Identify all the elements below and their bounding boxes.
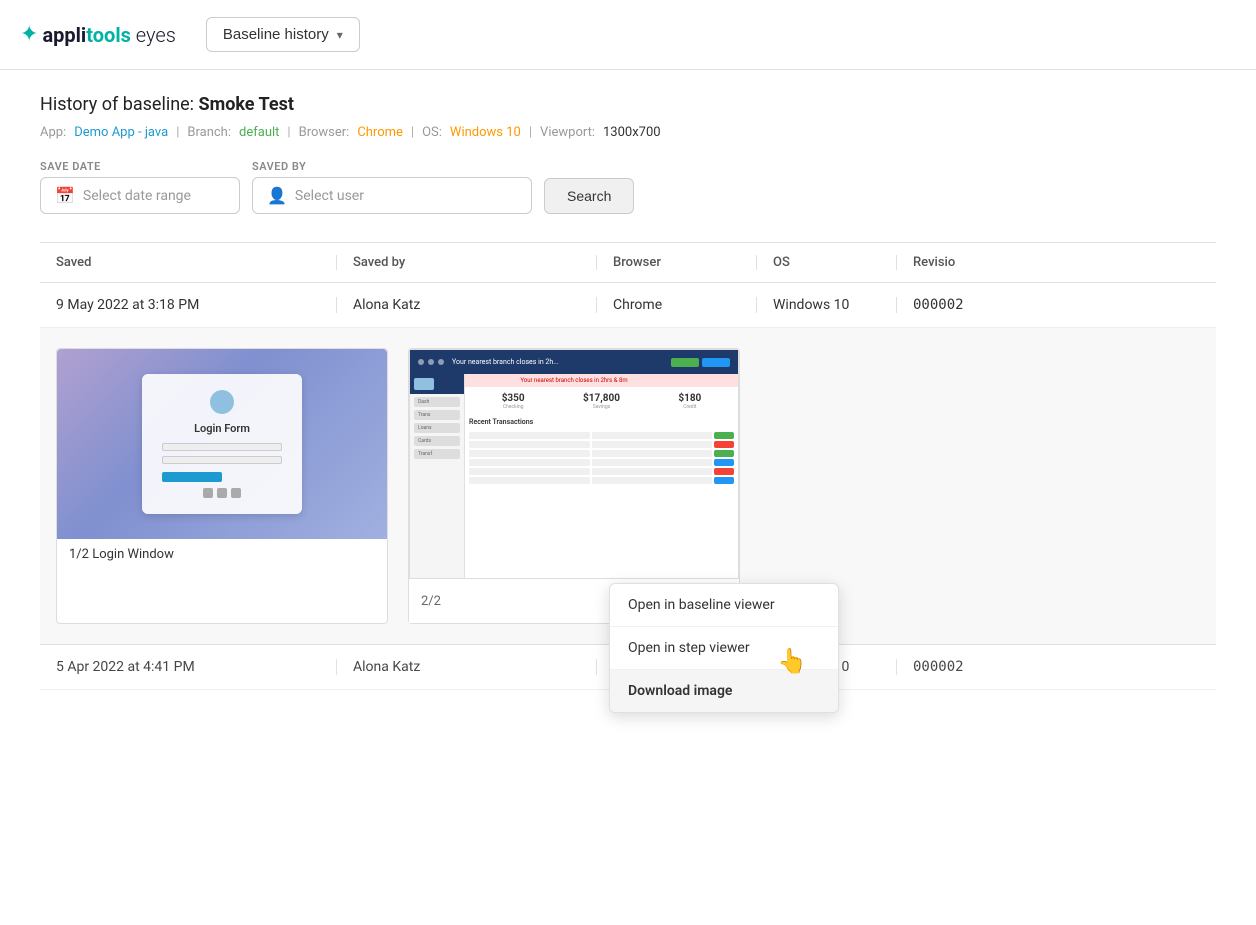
thumbnail-login: Login Form [57,349,387,539]
user-icon: 👤 [267,186,287,205]
card-number-2: 2/2 [421,594,441,609]
table-header: Saved Saved by Browser OS Revisio [40,242,1216,283]
logo: ✦ applitools eyes [20,22,176,47]
card-footer-1: 1/2 Login Window [57,539,387,570]
saved-by-filter: SAVED BY 👤 Select user [252,160,532,214]
card-label-1: 1/2 Login Window [69,547,174,562]
filters-row: SAVE DATE 📅 Select date range SAVED BY 👤… [40,160,1216,214]
logo-icon: ✦ [20,22,38,47]
context-menu-item-baseline-viewer[interactable]: Open in baseline viewer [610,584,838,627]
nav-dropdown-baseline-history[interactable]: Baseline history ▾ [206,17,360,52]
save-date-input[interactable]: 📅 Select date range [40,177,240,214]
form-avatar [210,390,234,414]
cell-savedby-2: Alona Katz [336,659,596,675]
context-menu-item-download[interactable]: Download image [610,670,838,712]
col-header-browser: Browser [596,255,756,270]
chevron-down-icon: ▾ [337,28,343,42]
cell-revision-2: 000002 [896,659,1200,675]
login-form-preview: Login Form [142,374,302,514]
calendar-icon: 📅 [55,186,75,205]
save-date-filter: SAVE DATE 📅 Select date range [40,160,240,214]
col-header-revision: Revisio [896,255,1200,270]
cell-os-1: Windows 10 [756,297,896,313]
context-menu-item-step-viewer[interactable]: Open in step viewer [610,627,838,670]
image-card-1: Login Form 1/2 Login Window [56,348,388,624]
breadcrumb: App: Demo App - java | Branch: default |… [40,125,1216,140]
cell-saved-2: 5 Apr 2022 at 4:41 PM [56,659,336,675]
thumbnail-dashboard: Your nearest branch closes in 2h... Your… [409,349,739,579]
page-title: History of baseline: Smoke Test [40,94,1216,115]
page-content: History of baseline: Smoke Test App: Dem… [0,70,1256,714]
col-header-savedby: Saved by [336,255,596,270]
cell-saved-1: 9 May 2022 at 3:18 PM [56,297,336,313]
images-row: Login Form 1/2 Login Window [40,328,1216,645]
col-header-saved: Saved [56,255,336,270]
col-header-os: OS [756,255,896,270]
logo-text: applitools eyes [42,23,175,47]
table-row: 9 May 2022 at 3:18 PM Alona Katz Chrome … [40,283,1216,328]
image-card-2: Your nearest branch closes in 2h... Your… [408,348,740,624]
cell-revision-1: 000002 [896,297,1200,313]
cell-browser-1: Chrome [596,297,756,313]
context-menu: Open in baseline viewer Open in step vie… [609,583,839,713]
topbar: ✦ applitools eyes Baseline history ▾ [0,0,1256,70]
search-button[interactable]: Search [544,178,634,214]
saved-by-input[interactable]: 👤 Select user [252,177,532,214]
cell-savedby-1: Alona Katz [336,297,596,313]
